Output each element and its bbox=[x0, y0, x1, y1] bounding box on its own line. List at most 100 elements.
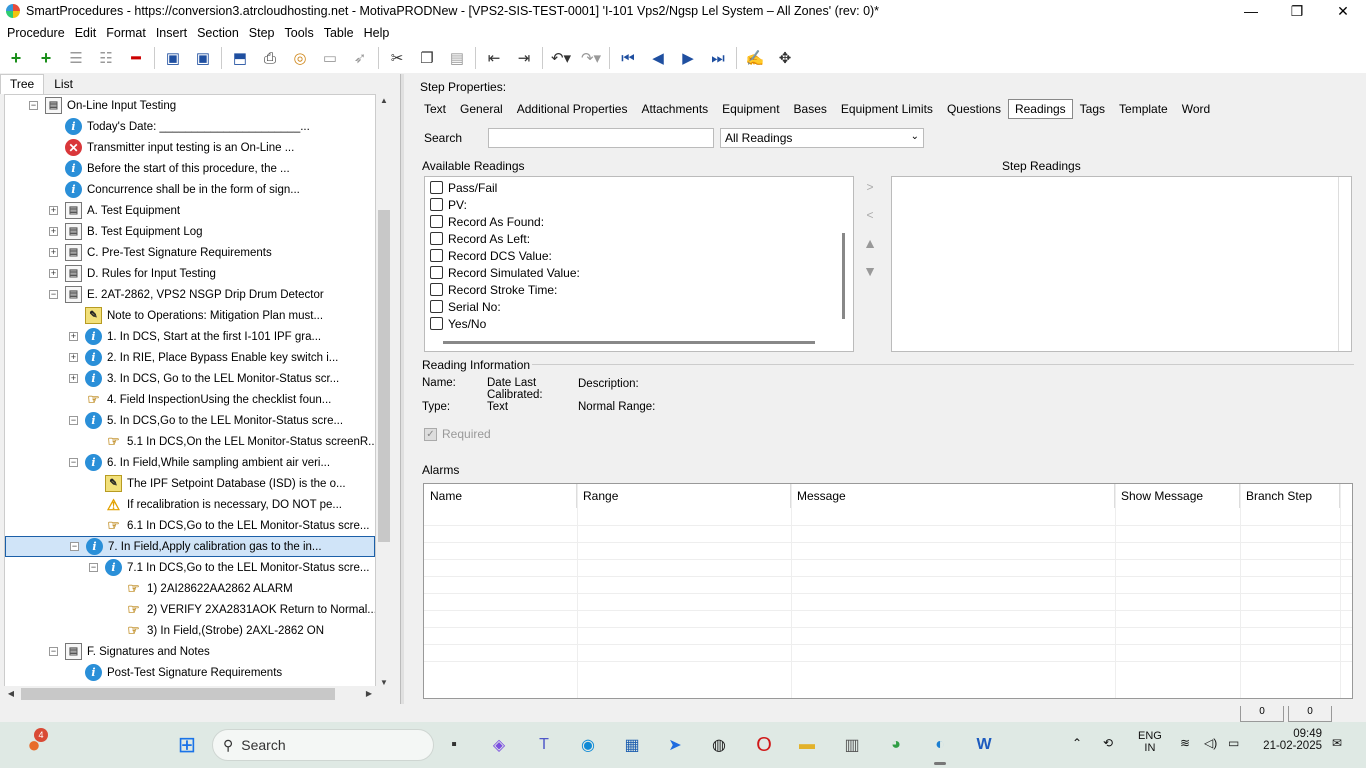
reading-checkbox[interactable] bbox=[430, 198, 443, 211]
volume-icon[interactable]: ◁) bbox=[1204, 736, 1217, 750]
tree-item[interactable]: − i 6. In Field,While sampling ambient air… bbox=[5, 452, 375, 473]
taskbar-search[interactable]: ⚲ Search bbox=[212, 729, 434, 761]
export-icon[interactable]: ⬒ bbox=[228, 46, 252, 70]
move-down-button[interactable]: ▼ bbox=[858, 260, 882, 282]
move-up-button[interactable]: ▲ bbox=[858, 232, 882, 254]
previous-icon[interactable]: ◀ bbox=[646, 46, 670, 70]
reading-item[interactable]: Yes/No bbox=[430, 315, 486, 332]
tree-item[interactable]: ☞ 4. Field InspectionUsing the checklist … bbox=[5, 389, 375, 410]
last-icon[interactable]: ⏭ bbox=[706, 46, 730, 70]
tab-equipment-limits[interactable]: Equipment Limits bbox=[834, 99, 940, 119]
tree-item[interactable]: i Before the start of this procedure, the… bbox=[5, 158, 375, 179]
column-range[interactable]: Range bbox=[577, 484, 791, 508]
tree-item[interactable]: + ▤ C. Pre-Test Signature Requirements bbox=[5, 242, 375, 263]
reading-checkbox[interactable] bbox=[430, 266, 443, 279]
link-icon[interactable]: ◎ bbox=[288, 46, 312, 70]
spellcheck-icon[interactable]: ✍ bbox=[743, 46, 767, 70]
list-vertical-scrollbar[interactable] bbox=[842, 233, 845, 319]
expand-icon[interactable]: + bbox=[69, 353, 78, 362]
scrollbar-thumb[interactable] bbox=[21, 688, 335, 700]
scroll-down-icon[interactable]: ▼ bbox=[376, 676, 392, 690]
panel-splitter[interactable] bbox=[400, 74, 404, 704]
indent-right-icon[interactable]: ⇥ bbox=[512, 46, 536, 70]
scrollbar-thumb[interactable] bbox=[378, 210, 390, 542]
tree-item[interactable]: i Today's Date: ______________________... bbox=[5, 116, 375, 137]
column-branch-step[interactable]: Branch Step bbox=[1240, 484, 1340, 508]
column-message[interactable]: Message bbox=[791, 484, 1115, 508]
remote-desktop-icon[interactable]: ▥ bbox=[838, 731, 866, 759]
scroll-up-icon[interactable]: ▲ bbox=[376, 94, 392, 108]
minimize-button[interactable]: — bbox=[1228, 0, 1274, 22]
save-as-icon[interactable]: ▣ bbox=[161, 46, 185, 70]
tree-item[interactable]: i Post-Test Signature Requirements bbox=[5, 662, 375, 683]
procedure-tree[interactable]: − ▤ On-Line Input Testing i Today's Date: __… bbox=[4, 94, 376, 690]
expand-icon[interactable]: + bbox=[49, 248, 58, 257]
cut-icon[interactable]: ✂ bbox=[385, 46, 409, 70]
menu-tools[interactable]: Tools bbox=[280, 26, 319, 40]
reading-checkbox[interactable] bbox=[430, 232, 443, 245]
reading-item[interactable]: Record DCS Value: bbox=[430, 247, 552, 264]
copy-icon[interactable]: ❐ bbox=[415, 46, 439, 70]
tree-item[interactable]: − ▤ E. 2AT-2862, VPS2 NSGP Drip Drum Detec… bbox=[5, 284, 375, 305]
reading-checkbox[interactable] bbox=[430, 317, 443, 330]
store-icon[interactable]: ▦ bbox=[618, 731, 646, 759]
tab-tags[interactable]: Tags bbox=[1073, 99, 1112, 119]
collapse-icon[interactable]: − bbox=[69, 416, 78, 425]
tree-item[interactable]: − i 5. In DCS,Go to the LEL Monitor-Status… bbox=[5, 410, 375, 431]
alarms-table[interactable]: Name Range Message Show Message Branch S… bbox=[423, 483, 1353, 699]
tab-word[interactable]: Word bbox=[1175, 99, 1217, 119]
column-name[interactable]: Name bbox=[424, 484, 577, 508]
add-step-icon[interactable]: + bbox=[4, 46, 28, 70]
tree-item[interactable]: ⚠ If recalibration is necessary, DO NOT p… bbox=[5, 494, 375, 515]
collapse-icon[interactable]: − bbox=[89, 563, 98, 572]
reading-checkbox[interactable] bbox=[430, 300, 443, 313]
reading-item[interactable]: Record As Left: bbox=[430, 230, 530, 247]
restore-button[interactable]: ❐ bbox=[1274, 0, 1320, 22]
add-reading-button[interactable]: > bbox=[858, 176, 882, 198]
chevron-up-icon[interactable]: ⌃ bbox=[1072, 736, 1082, 750]
search-input[interactable] bbox=[488, 128, 714, 148]
undo-icon[interactable]: ↶▾ bbox=[549, 46, 573, 70]
collapse-icon[interactable]: − bbox=[29, 101, 38, 110]
tree-item[interactable]: + ▤ B. Test Equipment Log bbox=[5, 221, 375, 242]
menu-format[interactable]: Format bbox=[101, 26, 151, 40]
opera-icon[interactable]: O bbox=[750, 731, 778, 759]
tab-general[interactable]: General bbox=[453, 99, 510, 119]
expand-icon[interactable]: + bbox=[49, 206, 58, 215]
tab-questions[interactable]: Questions bbox=[940, 99, 1008, 119]
tree-item[interactable]: ☞ 2) VERIFY 2XA2831AOK Return to Normal..… bbox=[5, 599, 375, 620]
chrome-icon[interactable]: ◕ bbox=[882, 731, 910, 759]
tree-item[interactable]: ☞ 3) In Field,(Strobe) 2AXL-2862 ON bbox=[5, 620, 375, 641]
step-readings-list[interactable] bbox=[891, 176, 1352, 352]
network-sync-icon[interactable]: ⟲ bbox=[1103, 736, 1113, 750]
reading-checkbox[interactable] bbox=[430, 283, 443, 296]
tab-attachments[interactable]: Attachments bbox=[634, 99, 715, 119]
windows-start-icon[interactable]: ⊞ bbox=[173, 731, 201, 759]
column-show-message[interactable]: Show Message bbox=[1115, 484, 1240, 508]
notifications-icon[interactable]: ✉ bbox=[1332, 736, 1342, 750]
reading-item[interactable]: PV: bbox=[430, 196, 467, 213]
teams-icon[interactable]: T bbox=[530, 731, 558, 759]
reading-checkbox[interactable] bbox=[430, 249, 443, 262]
tree-item[interactable]: ✎ The IPF Setpoint Database (ISD) is the … bbox=[5, 473, 375, 494]
first-icon[interactable]: ⏮ bbox=[616, 46, 640, 70]
print-icon[interactable]: ⎙ bbox=[258, 46, 282, 70]
tree-item[interactable]: − i 7. In Field,Apply calibration gas to t… bbox=[5, 536, 375, 557]
tab-bases[interactable]: Bases bbox=[787, 99, 834, 119]
reading-item[interactable]: Serial No: bbox=[430, 298, 501, 315]
tree-item[interactable]: ✎ Note to Operations: Mitigation Plan mus… bbox=[5, 305, 375, 326]
tree-horizontal-scrollbar[interactable]: ◀ ▶ bbox=[4, 686, 376, 702]
expand-icon[interactable]: + bbox=[49, 269, 58, 278]
expand-icon[interactable]: + bbox=[69, 332, 78, 341]
tree-item[interactable]: − ▤ On-Line Input Testing bbox=[5, 95, 375, 116]
readings-filter-select[interactable]: All Readings ⌄ bbox=[720, 128, 924, 148]
copilot-icon[interactable]: ◈ bbox=[485, 731, 513, 759]
scroll-left-icon[interactable]: ◀ bbox=[4, 686, 18, 702]
scroll-right-icon[interactable]: ▶ bbox=[362, 686, 376, 702]
tree-vertical-scrollbar[interactable]: ▲ ▼ bbox=[376, 94, 392, 690]
tree-item[interactable]: − ▤ F. Signatures and Notes bbox=[5, 641, 375, 662]
image-icon[interactable]: ▭ bbox=[318, 46, 342, 70]
next-icon[interactable]: ▶ bbox=[676, 46, 700, 70]
remove-reading-button[interactable]: < bbox=[858, 204, 882, 226]
tab-template[interactable]: Template bbox=[1112, 99, 1175, 119]
